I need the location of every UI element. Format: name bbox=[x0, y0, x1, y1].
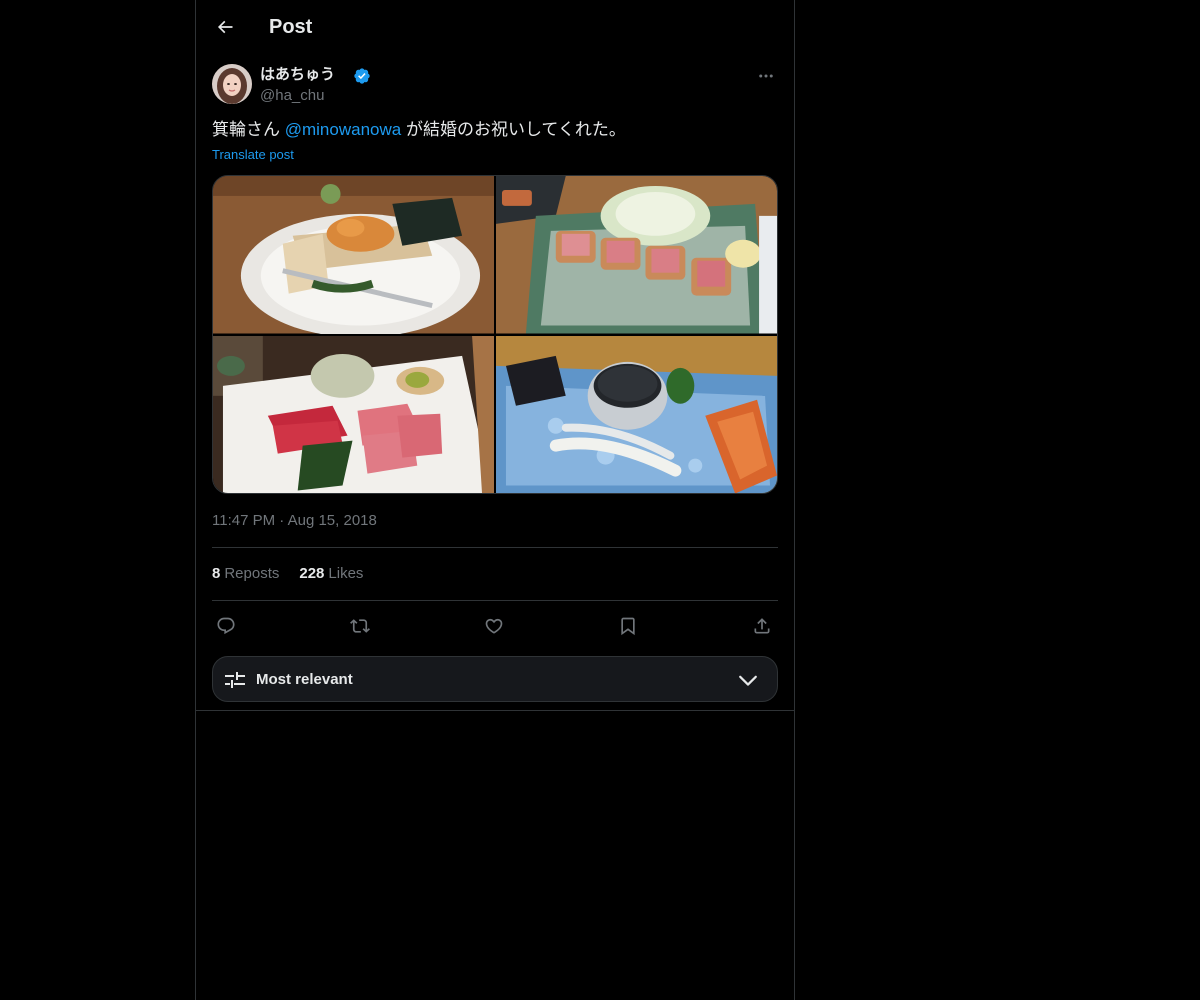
divider bbox=[212, 600, 778, 601]
post-stats: 8 Reposts 228 Likes bbox=[212, 564, 363, 584]
translate-post-link[interactable]: Translate post bbox=[212, 146, 294, 164]
reposts-stat[interactable]: 8 Reposts bbox=[212, 564, 279, 584]
reposts-count: 8 bbox=[212, 565, 221, 582]
likes-count: 228 bbox=[299, 565, 325, 582]
likes-stat[interactable]: 228 Likes bbox=[299, 564, 363, 584]
section-divider bbox=[196, 710, 794, 711]
timestamp-separator: · bbox=[279, 512, 285, 529]
post-timestamp[interactable]: 11:47 PM · Aug 15, 2018 bbox=[212, 511, 377, 531]
mention-link[interactable]: @minowanowa bbox=[285, 120, 401, 139]
photo-uni-image bbox=[213, 176, 494, 334]
media-photo-2[interactable] bbox=[496, 176, 777, 334]
arrow-left-icon bbox=[217, 20, 233, 34]
share-button[interactable] bbox=[748, 612, 776, 640]
reposts-label: Reposts bbox=[224, 565, 280, 582]
post-text-after: が結婚のお祝いしてくれた。 bbox=[401, 120, 626, 139]
author-handle[interactable]: @ha_chu bbox=[260, 86, 324, 106]
media-photo-1[interactable] bbox=[213, 176, 494, 334]
like-button[interactable] bbox=[480, 612, 508, 640]
post-header: Post bbox=[196, 0, 794, 54]
media-photo-3[interactable] bbox=[213, 335, 494, 493]
divider bbox=[212, 547, 778, 548]
post-date: Aug 15, 2018 bbox=[287, 512, 377, 529]
likes-label: Likes bbox=[328, 565, 364, 582]
share-icon bbox=[754, 618, 770, 634]
bookmark-button[interactable] bbox=[614, 612, 642, 640]
more-horizontal-icon bbox=[759, 74, 773, 78]
more-options-button[interactable] bbox=[754, 64, 778, 88]
reply-sort-dropdown[interactable]: Most relevant bbox=[212, 656, 778, 702]
repost-icon bbox=[350, 619, 370, 633]
reply-button[interactable] bbox=[212, 612, 240, 640]
post-text-before: 箕輪さん bbox=[212, 120, 285, 139]
photo-sashimi-image bbox=[213, 335, 494, 493]
photo-katsu-image bbox=[496, 176, 777, 334]
media-grid bbox=[212, 175, 778, 494]
like-icon bbox=[485, 618, 503, 634]
post-author: はあちゅう @ha_chu bbox=[212, 64, 778, 108]
repost-button[interactable] bbox=[346, 612, 374, 640]
author-display-name[interactable]: はあちゅう bbox=[260, 65, 335, 85]
post-text: 箕輪さん @minowanowa が結婚のお祝いしてくれた。 bbox=[212, 118, 778, 142]
avatar[interactable] bbox=[212, 64, 252, 104]
sliders-icon bbox=[225, 672, 245, 688]
verified-badge-icon bbox=[354, 68, 370, 84]
reply-icon bbox=[217, 617, 235, 635]
post-time: 11:47 PM bbox=[212, 512, 276, 529]
main-column: Post はあちゅう @ha_chu 箕輪さん @minowanowa が結婚の… bbox=[195, 0, 795, 1000]
page-title: Post bbox=[269, 16, 313, 38]
photo-caviar-image bbox=[496, 335, 777, 493]
bookmark-icon bbox=[621, 617, 635, 636]
chevron-down-icon bbox=[739, 675, 757, 686]
media-photo-4[interactable] bbox=[496, 335, 777, 493]
back-button[interactable] bbox=[208, 10, 242, 44]
avatar-photo bbox=[212, 64, 252, 104]
sort-label: Most relevant bbox=[256, 671, 353, 688]
post-actions bbox=[212, 612, 778, 640]
